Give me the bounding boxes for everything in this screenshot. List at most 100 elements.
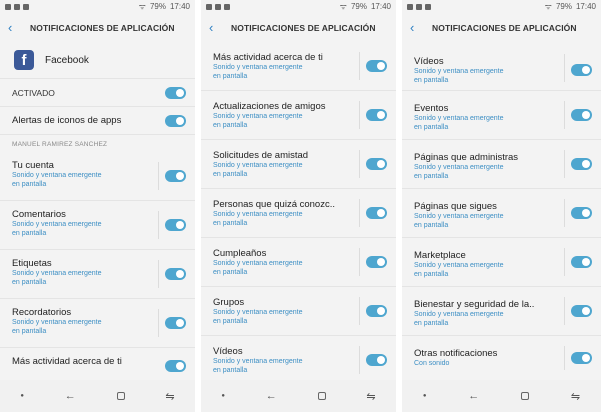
notification-icon	[224, 3, 230, 10]
list-item[interactable]: Vídeos Sonido y ventana emergente en pan…	[402, 42, 601, 91]
item-toggle[interactable]	[571, 352, 592, 364]
notification-icon	[425, 3, 431, 10]
list-item[interactable]: Grupos Sonido y ventana emergente en pan…	[201, 287, 396, 336]
item-toggle[interactable]	[165, 317, 186, 329]
recents-icon[interactable]: ⇋	[571, 390, 580, 403]
signal-icon: ᯤ	[138, 2, 146, 11]
recents-icon[interactable]: ⇋	[366, 390, 375, 403]
item-sub: Sonido y ventana emergente	[12, 270, 102, 277]
item-toggle[interactable]	[571, 256, 592, 268]
item-sub: en pantalla	[414, 320, 449, 327]
back-button[interactable]: ‹	[209, 20, 231, 35]
home-icon[interactable]	[317, 392, 326, 400]
list-item[interactable]: Páginas que administras Sonido y ventana…	[402, 140, 601, 189]
item-toggle[interactable]	[366, 158, 387, 170]
item-sub: en pantalla	[414, 222, 449, 229]
item-sub: en pantalla	[12, 279, 47, 286]
clock: 17:40	[169, 2, 190, 11]
home-icon[interactable]	[116, 392, 125, 400]
back-nav-icon[interactable]: ←	[266, 390, 277, 402]
list-item[interactable]: Eventos Sonido y ventana emergente en pa…	[402, 91, 601, 140]
item-toggle[interactable]	[165, 360, 186, 372]
list-item[interactable]: Solicitudes de amistad Sonido y ventana …	[201, 140, 396, 189]
item-sub: en pantalla	[12, 328, 47, 335]
badges-label: Alertas de iconos de apps	[12, 115, 122, 126]
clock: 17:40	[370, 2, 391, 11]
image-icon	[5, 3, 11, 10]
signal-icon: ᯤ	[544, 2, 552, 11]
item-sub: Sonido y ventana emergente	[414, 262, 504, 269]
item-toggle[interactable]	[571, 158, 592, 170]
activated-row[interactable]: ACTIVADO	[0, 79, 195, 107]
badges-row[interactable]: Alertas de iconos de apps	[0, 107, 195, 135]
back-button[interactable]: ‹	[8, 20, 30, 35]
clock: 17:40	[575, 2, 596, 11]
list-item[interactable]: Recordatorios Sonido y ventana emergente…	[0, 299, 195, 348]
app-bar: ‹ NOTIFICACIONES DE APLICACIÓN	[201, 13, 396, 42]
status-bar: ᯤ 79% 17:40	[402, 0, 601, 13]
item-sub: en pantalla	[12, 181, 47, 188]
item-sub: Sonido y ventana emergente	[213, 358, 303, 365]
list-item[interactable]: Comentarios Sonido y ventana emergente e…	[0, 201, 195, 250]
list-item[interactable]: Más actividad acerca de ti Sonido y vent…	[201, 42, 396, 91]
item-sub: en pantalla	[213, 73, 248, 80]
item-toggle[interactable]	[571, 305, 592, 317]
item-label: Actualizaciones de amigos	[213, 101, 326, 112]
list-item[interactable]: Personas que quizá conozc.. Sonido y ven…	[201, 189, 396, 238]
list-item[interactable]: Otras notificaciones Con sonido	[402, 336, 601, 380]
item-sub: Sonido y ventana emergente	[12, 172, 102, 179]
list-item[interactable]: Páginas que sigues Sonido y ventana emer…	[402, 189, 601, 238]
item-sub: Sonido y ventana emergente	[414, 115, 504, 122]
image-icon	[215, 3, 221, 10]
phone-screen-1: ᯤ 79% 17:40 ‹ NOTIFICACIONES DE APLICACIÓN…	[0, 0, 195, 412]
list-item[interactable]: Vídeos Sonido y ventana emergente en pan…	[201, 336, 396, 380]
item-label: Solicitudes de amistad	[213, 150, 309, 161]
list-item[interactable]: Cumpleaños Sonido y ventana emergente en…	[201, 238, 396, 287]
item-sub: Con sonido	[414, 360, 450, 367]
nav-bar: ● ← ⇋	[0, 380, 195, 412]
back-nav-icon[interactable]: ←	[65, 390, 76, 402]
activated-toggle[interactable]	[165, 87, 186, 99]
item-toggle[interactable]	[366, 256, 387, 268]
item-sub: Sonido y ventana emergente	[213, 113, 303, 120]
list-item[interactable]: Tu cuenta Sonido y ventana emergente en …	[0, 152, 195, 201]
list-item[interactable]: Etiquetas Sonido y ventana emergente en …	[0, 250, 195, 299]
item-sub: Sonido y ventana emergente	[12, 221, 102, 228]
item-sub: en pantalla	[213, 171, 248, 178]
item-toggle[interactable]	[366, 305, 387, 317]
item-label: Páginas que administras	[414, 152, 519, 163]
back-nav-icon[interactable]: ←	[468, 390, 479, 402]
status-bar: ᯤ 79% 17:40	[0, 0, 195, 13]
item-toggle[interactable]	[165, 170, 186, 182]
list-item[interactable]: Más actividad acerca de ti	[0, 348, 195, 380]
item-label: Tu cuenta	[12, 160, 54, 171]
item-toggle[interactable]	[366, 207, 387, 219]
item-toggle[interactable]	[571, 109, 592, 121]
list-item[interactable]: Marketplace Sonido y ventana emergente e…	[402, 238, 601, 287]
item-sub: en pantalla	[414, 173, 449, 180]
item-label: Recordatorios	[12, 307, 72, 318]
back-button[interactable]: ‹	[410, 20, 432, 35]
item-toggle[interactable]	[571, 207, 592, 219]
item-toggle[interactable]	[366, 109, 387, 121]
badges-toggle[interactable]	[165, 115, 186, 127]
home-icon[interactable]	[521, 392, 530, 400]
recents-icon[interactable]: ⇋	[165, 390, 174, 403]
item-toggle[interactable]	[165, 219, 186, 231]
list-item[interactable]: Actualizaciones de amigos Sonido y venta…	[201, 91, 396, 140]
nav-bar: ● ← ⇋	[402, 380, 601, 412]
item-sub: en pantalla	[213, 122, 248, 129]
page-title: NOTIFICACIONES DE APLICACIÓN	[231, 22, 376, 33]
item-label: Grupos	[213, 297, 245, 308]
item-label: Marketplace	[414, 250, 466, 261]
list-item[interactable]: Bienestar y seguridad de la.. Sonido y v…	[402, 287, 601, 336]
item-sub: en pantalla	[414, 124, 449, 131]
item-toggle[interactable]	[165, 268, 186, 280]
item-toggle[interactable]	[366, 354, 387, 366]
item-toggle[interactable]	[571, 64, 592, 76]
item-sub: Sonido y ventana emergente	[213, 211, 303, 218]
activated-label: ACTIVADO	[12, 88, 55, 98]
item-sub: en pantalla	[414, 271, 449, 278]
item-toggle[interactable]	[366, 60, 387, 72]
item-sub: en pantalla	[12, 230, 47, 237]
